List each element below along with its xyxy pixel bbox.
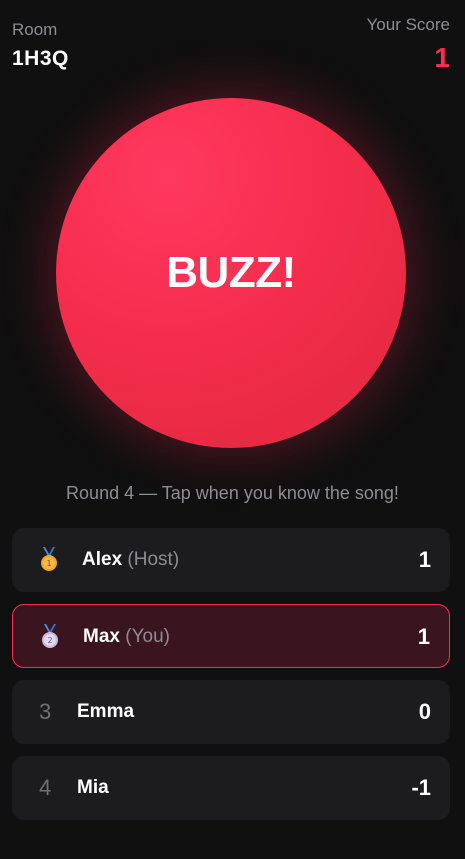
you-tag: (You): [125, 626, 170, 647]
leaderboard-row: 4 Mia -1: [12, 756, 450, 820]
gold-medal-icon: 1: [41, 547, 57, 571]
player-name: Max (You): [83, 626, 170, 647]
player-score: 1: [417, 624, 430, 649]
svg-text:2: 2: [47, 636, 52, 645]
svg-text:1: 1: [46, 559, 51, 568]
player-name: Mia: [77, 777, 109, 798]
round-instruction: Round 4 — Tap when you know the song!: [66, 483, 399, 503]
your-score-label: Your Score: [366, 15, 450, 34]
leaderboard-row: 1 Alex (Host) 1: [12, 528, 450, 592]
player-name: Alex (Host): [82, 549, 180, 570]
buzz-button-label: BUZZ!: [166, 248, 296, 297]
rank-number: 3: [39, 699, 52, 724]
header: Room 1H3Q Your Score 1: [12, 15, 450, 78]
leaderboard-row: 3 Emma 0: [12, 680, 450, 744]
player-score: -1: [411, 775, 431, 800]
your-score-value: 1: [434, 42, 450, 73]
buzz-button[interactable]: BUZZ!: [56, 98, 406, 448]
room-code: 1H3Q: [12, 47, 69, 70]
rank-number: 4: [39, 775, 52, 800]
leaderboard-row-self: 2 Max (You) 1: [12, 604, 450, 668]
player-score: 0: [418, 699, 431, 724]
room-label: Room: [12, 20, 58, 39]
player-name: Emma: [77, 701, 135, 722]
host-tag: (Host): [127, 549, 180, 570]
player-score: 1: [418, 547, 431, 572]
silver-medal-icon: 2: [42, 624, 58, 648]
